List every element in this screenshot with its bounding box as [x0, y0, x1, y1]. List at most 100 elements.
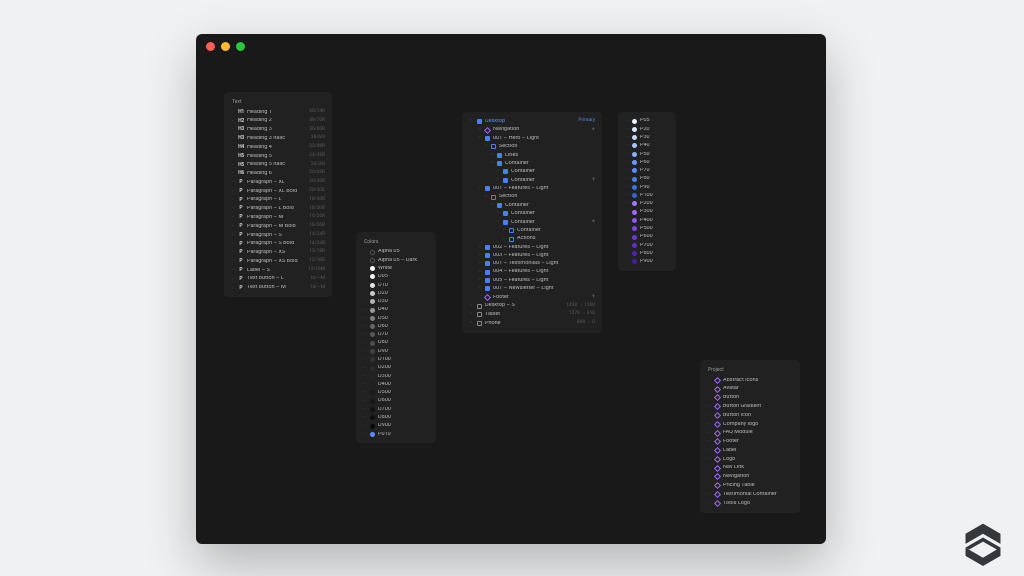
layer-row[interactable]: •001 – Newsletter – Light — [462, 285, 602, 293]
text-style-row[interactable]: -H3Heading 3 Italic36/60I — [224, 134, 332, 143]
text-style-row[interactable]: -PText button – L16/—M — [224, 275, 332, 284]
add-icon[interactable]: + — [592, 127, 595, 133]
component-row[interactable]: -Logo — [700, 455, 800, 464]
color-row[interactable]: -D100 — [356, 356, 436, 364]
color-row[interactable]: -P300 — [618, 208, 676, 216]
panel-text-styles[interactable]: Text -H1Heading 160/74R-H2Heading 248/70… — [224, 92, 332, 297]
layer-row[interactable]: •Container — [462, 210, 602, 218]
layer-row[interactable]: •Footer+ — [462, 293, 602, 302]
component-row[interactable]: -Navigation — [700, 473, 800, 482]
color-row[interactable]: -D200 — [356, 364, 436, 372]
color-row[interactable]: -D80 — [356, 339, 436, 347]
breakpoint-desktop[interactable]: • Desktop Primary — [462, 117, 602, 126]
color-row[interactable]: -P20 — [618, 125, 676, 133]
component-row[interactable]: -Nav Link — [700, 464, 800, 473]
color-row[interactable]: -P70 — [618, 167, 676, 175]
color-row[interactable]: -D10 — [356, 281, 436, 289]
layer-row[interactable]: •Container — [462, 227, 602, 235]
layer-row[interactable]: •Container+ — [462, 218, 602, 227]
layer-row[interactable]: •003 – Features – Light — [462, 252, 602, 260]
component-row[interactable]: -Footer — [700, 437, 800, 446]
text-style-row[interactable]: -PParagraph – XL Bold20/30B — [224, 187, 332, 196]
text-style-row[interactable]: -PParagraph – M16/26R — [224, 213, 332, 222]
layer-row[interactable]: •Section — [462, 143, 602, 151]
color-row[interactable]: -D700 — [356, 405, 436, 413]
panel-layers[interactable]: • Desktop Primary •Navigation+•001 – Her… — [462, 112, 602, 333]
color-row[interactable]: -P900 — [618, 258, 676, 266]
color-row[interactable]: -D600 — [356, 397, 436, 405]
component-row[interactable]: -Pricing Table — [700, 481, 800, 490]
layer-row[interactable]: •Section — [462, 193, 602, 201]
text-style-row[interactable]: -H6Heading 620/28R — [224, 169, 332, 178]
color-row[interactable]: -P400 — [618, 216, 676, 224]
layer-row[interactable]: •Container — [462, 168, 602, 176]
text-style-row[interactable]: -H5Heading 5 Italic24/36I — [224, 161, 332, 170]
layer-row[interactable]: •Actions — [462, 235, 602, 243]
text-style-row[interactable]: -H5Heading 524/36R — [224, 152, 332, 161]
layer-row[interactable]: •Container — [462, 159, 602, 167]
color-row[interactable]: -Alpha 05 – Dark — [356, 256, 436, 264]
layer-row[interactable]: •001 – Hero – Light — [462, 135, 602, 143]
panel-colors[interactable]: Colors -Alpha 05-Alpha 05 – Dark-White-D… — [356, 232, 436, 443]
color-row[interactable]: -P30 — [618, 134, 676, 142]
color-row[interactable]: -D50 — [356, 314, 436, 322]
color-row[interactable]: -Alpha 05 — [356, 248, 436, 256]
text-style-row[interactable]: -H3Heading 336/60R — [224, 126, 332, 135]
color-row[interactable]: -P500 — [618, 225, 676, 233]
breakpoint-row[interactable]: •Phone809 → 0 — [462, 319, 602, 328]
color-row[interactable]: -D90 — [356, 347, 436, 355]
panel-project-components[interactable]: Project -Abstract Icons-Avatar-Button-Bu… — [700, 360, 800, 513]
color-row[interactable]: -P600 — [618, 233, 676, 241]
color-row[interactable]: -D70 — [356, 331, 436, 339]
color-row[interactable]: -P40 — [618, 142, 676, 150]
text-style-row[interactable]: -H4Heading 432/48R — [224, 143, 332, 152]
add-icon[interactable]: + — [592, 219, 595, 225]
component-row[interactable]: -Tools Logo — [700, 499, 800, 508]
layer-row[interactable]: •001 – Testimonials – Light — [462, 260, 602, 268]
color-row[interactable]: -D300 — [356, 372, 436, 380]
add-icon[interactable]: + — [592, 177, 595, 183]
text-style-row[interactable]: -PParagraph – L Bold18/30B — [224, 205, 332, 214]
layer-row[interactable]: •Container — [462, 201, 602, 209]
component-row[interactable]: -Button Gradient — [700, 402, 800, 411]
color-row[interactable]: -White — [356, 265, 436, 273]
breakpoint-row[interactable]: •Desktop – S1438 → 1200 — [462, 302, 602, 311]
panel-primary-colors[interactable]: -P05-P20-P30-P40-P50-P60-P70-P80-P90-P10… — [618, 112, 676, 271]
text-style-row[interactable]: -PParagraph – XL20/30R — [224, 178, 332, 187]
component-row[interactable]: -Button — [700, 394, 800, 403]
color-row[interactable]: -P80 — [618, 175, 676, 183]
breakpoint-row[interactable]: •Tablet1279 → 810 — [462, 310, 602, 319]
layer-row[interactable]: •005 – Features – Light — [462, 276, 602, 284]
text-style-row[interactable]: -H2Heading 248/70R — [224, 117, 332, 126]
layer-row[interactable]: •001 – Features – Light — [462, 185, 602, 193]
component-row[interactable]: -Label — [700, 446, 800, 455]
color-row[interactable]: -P90 — [618, 183, 676, 191]
text-style-row[interactable]: -PParagraph – S Bold14/24B — [224, 240, 332, 249]
component-row[interactable]: -Button Icon — [700, 411, 800, 420]
component-row[interactable]: -Abstract Icons — [700, 376, 800, 385]
color-row[interactable]: -P100 — [618, 192, 676, 200]
text-style-row[interactable]: -PParagraph – XS12/18R — [224, 249, 332, 258]
layer-row[interactable]: •004 – Features – Light — [462, 268, 602, 276]
layer-row[interactable]: •Navigation+ — [462, 126, 602, 135]
color-row[interactable]: -P700 — [618, 241, 676, 249]
color-row[interactable]: -D400 — [356, 381, 436, 389]
color-row[interactable]: -P200 — [618, 200, 676, 208]
color-row[interactable]: -P60 — [618, 158, 676, 166]
color-row[interactable]: -D900 — [356, 422, 436, 430]
layer-row[interactable]: •Lines — [462, 151, 602, 159]
color-row[interactable]: -P50 — [618, 150, 676, 158]
layer-row[interactable]: •002 – Features – Light — [462, 243, 602, 251]
text-style-row[interactable]: -PText button – M14/—M — [224, 284, 332, 293]
color-row[interactable]: -D30 — [356, 298, 436, 306]
text-style-row[interactable]: -PLabel – S12/16M — [224, 266, 332, 275]
color-row[interactable]: -D800 — [356, 414, 436, 422]
add-icon[interactable]: + — [592, 294, 595, 300]
text-style-row[interactable]: -PParagraph – L18/30R — [224, 196, 332, 205]
color-row[interactable]: -P800 — [618, 250, 676, 258]
text-style-row[interactable]: -PParagraph – M Bold16/26B — [224, 222, 332, 231]
component-row[interactable]: -FAQ Module — [700, 429, 800, 438]
color-row[interactable]: -D05 — [356, 273, 436, 281]
component-row[interactable]: -Testimonial Container — [700, 490, 800, 499]
color-row[interactable]: -D500 — [356, 389, 436, 397]
